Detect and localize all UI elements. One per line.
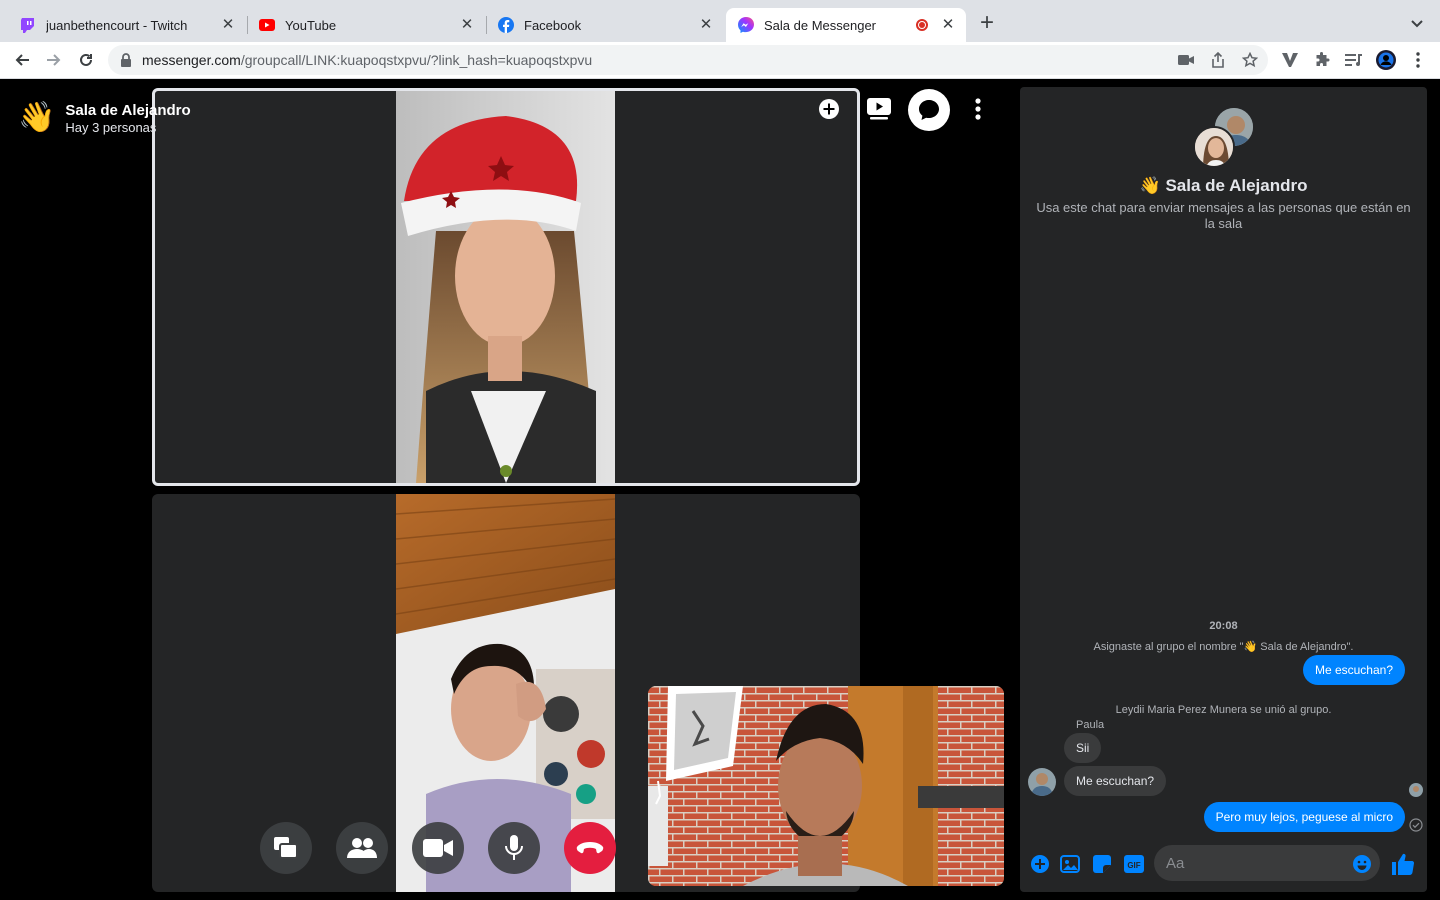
url-host: messenger.com: [142, 52, 241, 68]
add-people-button[interactable]: [816, 89, 842, 129]
participant-video-1: [396, 91, 615, 483]
like-thumbs-up-icon[interactable]: [1392, 853, 1414, 875]
facebook-icon: [498, 17, 514, 33]
system-message-join: Leydii Maria Perez Munera se unió al gru…: [1115, 704, 1332, 716]
extension-v-icon[interactable]: [1280, 50, 1300, 70]
tab-title: YouTube: [285, 17, 337, 33]
system-message-rename: Asignaste al grupo el nombre "👋 Sala de …: [1093, 641, 1354, 653]
people-icon: [347, 838, 377, 858]
lock-icon: [120, 53, 132, 72]
video-camera-icon: [423, 839, 453, 857]
tab-facebook[interactable]: Facebook ✕: [486, 8, 724, 42]
chat-description: Usa este chat para enviar mensajes a las…: [1036, 200, 1411, 231]
end-call-button[interactable]: [564, 822, 616, 874]
message-input[interactable]: [1154, 845, 1380, 881]
camera-toggle-button[interactable]: [412, 822, 464, 874]
chat-toggle-button[interactable]: [908, 89, 950, 131]
participant-count: Hay 3 personas: [65, 120, 157, 135]
watch-together-button[interactable]: [864, 89, 894, 129]
address-bar[interactable]: messenger.com/groupcall/LINK:kuapoqstxpv…: [108, 45, 1268, 75]
youtube-icon: [259, 17, 275, 33]
chat-bubble-icon: [919, 100, 939, 120]
tab-title: Facebook: [524, 17, 582, 33]
screen-share-icon: [274, 837, 298, 859]
hang-up-icon: [576, 842, 604, 854]
tab-messenger[interactable]: Sala de Messenger ✕: [726, 8, 966, 42]
messenger-icon: [738, 17, 754, 33]
tab-twitch[interactable]: juanbethencourt - Twitch ✕: [8, 8, 246, 42]
message-bubble-outgoing[interactable]: Pero muy lejos, peguese al micro: [1203, 802, 1405, 832]
sticker-icon[interactable]: [1091, 853, 1113, 875]
participant-tile-active-speaker[interactable]: [152, 88, 860, 486]
close-tab-icon[interactable]: ✕: [698, 17, 714, 33]
recording-indicator-icon: [916, 19, 928, 31]
chat-panel: 👋 Sala de Alejandro Usa este chat para e…: [1020, 87, 1427, 892]
avatar: [1193, 126, 1235, 168]
tab-youtube[interactable]: YouTube ✕: [247, 8, 485, 42]
reload-icon[interactable]: [76, 50, 96, 70]
read-receipt-avatar: [1409, 783, 1423, 797]
camera-in-use-icon[interactable]: [1176, 50, 1196, 70]
message-bubble-incoming[interactable]: Me escuchan?: [1064, 766, 1167, 796]
share-icon[interactable]: [1208, 50, 1228, 70]
chat-title: 👋 Sala de Alejandro: [1020, 176, 1427, 196]
microphone-icon: [505, 835, 523, 860]
gif-icon[interactable]: GIF: [1123, 853, 1145, 875]
microphone-toggle-button[interactable]: [488, 822, 540, 874]
message-composer: GIF: [1020, 842, 1427, 886]
more-options-button[interactable]: [968, 89, 988, 129]
group-avatar: [1193, 106, 1255, 168]
vertical-dots-icon: [975, 98, 981, 120]
browser-toolbar: messenger.com/groupcall/LINK:kuapoqstxpv…: [0, 42, 1440, 79]
share-screen-button[interactable]: [260, 822, 312, 874]
browser-tab-strip: juanbethencourt - Twitch ✕ YouTube ✕ Fac…: [0, 0, 1440, 42]
twitch-icon: [20, 17, 36, 33]
message-bubble-incoming[interactable]: Sii: [1064, 733, 1102, 763]
url-path: /groupcall/LINK:kuapoqstxpvu/?link_hash=…: [240, 52, 593, 68]
tab-title: juanbethencourt - Twitch: [46, 17, 188, 33]
browser-menu-icon[interactable]: [1408, 50, 1428, 70]
new-tab-button[interactable]: +: [976, 11, 998, 35]
puzzle-extensions-icon[interactable]: [1312, 50, 1332, 70]
bookmark-star-icon[interactable]: [1240, 50, 1260, 70]
room-title: Sala de Alejandro: [65, 102, 191, 119]
close-tab-icon[interactable]: ✕: [940, 17, 956, 33]
waving-hand-icon: 👋: [18, 101, 56, 134]
more-actions-plus-icon[interactable]: [1029, 853, 1051, 875]
tab-search-chevron-icon[interactable]: [1408, 14, 1426, 32]
room-header: 👋 Sala de Alejandro Hay 3 personas: [18, 101, 191, 135]
plus-circle-icon: [819, 99, 839, 119]
message-bubble-outgoing[interactable]: Me escuchan?: [1302, 655, 1405, 685]
call-area: 👋 Sala de Alejandro Hay 3 personas 👋 Sal…: [0, 79, 1440, 900]
close-tab-icon[interactable]: ✕: [459, 17, 475, 33]
close-tab-icon[interactable]: ✕: [220, 17, 236, 33]
chat-title-text: Sala de Alejandro: [1165, 176, 1308, 195]
self-view-video[interactable]: [648, 686, 1004, 886]
video-play-icon: [867, 98, 891, 120]
profile-avatar-icon[interactable]: [1376, 50, 1396, 70]
sent-check-icon: [1409, 818, 1423, 832]
emoji-icon[interactable]: [1351, 853, 1373, 875]
sender-avatar[interactable]: [1028, 768, 1056, 796]
forward-arrow-icon[interactable]: [44, 50, 64, 70]
call-controls: [260, 822, 616, 874]
media-playlist-icon[interactable]: [1344, 50, 1364, 70]
participants-button[interactable]: [336, 822, 388, 874]
sender-name: Paula: [1076, 719, 1105, 731]
message-timestamp: 20:08: [1209, 620, 1238, 632]
photo-icon[interactable]: [1059, 853, 1081, 875]
tab-title: Sala de Messenger: [764, 17, 877, 33]
svg-text:GIF: GIF: [1127, 861, 1140, 870]
url-text: messenger.com/groupcall/LINK:kuapoqstxpv…: [142, 52, 592, 68]
back-arrow-icon[interactable]: [12, 50, 32, 70]
waving-hand-icon: 👋: [1139, 176, 1161, 195]
